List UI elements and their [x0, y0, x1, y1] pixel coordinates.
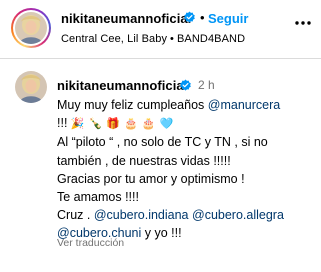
comment-line: Al “piloto “ , no solo de TC y TN , si n…	[57, 135, 268, 150]
comment-username[interactable]: nikitaneumannoficial	[57, 78, 187, 93]
comment-line-text: y yo !!!	[141, 226, 182, 241]
mention-link[interactable]: @manurcera	[208, 98, 280, 112]
music-title: BAND4BAND	[177, 33, 246, 45]
header-separator: •	[200, 10, 205, 25]
comment-line: Cruz . @cubero.indiana @cubero.allegra	[57, 206, 315, 224]
music-artists: Central Cee, Lil Baby	[61, 33, 168, 45]
music-info[interactable]: Central Cee, Lil Baby • BAND4BAND	[61, 33, 245, 45]
avatar[interactable]	[15, 12, 47, 44]
comment-line-text: !!!	[57, 116, 71, 131]
comment-avatar[interactable]	[15, 71, 47, 103]
story-ring[interactable]	[11, 8, 51, 48]
caption-comment: nikitaneumannoficial 2 h Muy muy feliz c…	[0, 60, 321, 272]
follow-button[interactable]: Seguir	[208, 11, 248, 26]
see-translation-link[interactable]: Ver traducción	[57, 237, 124, 249]
mention-link[interactable]: @cubero.allegra	[192, 208, 284, 222]
verified-badge-icon	[180, 79, 191, 91]
music-separator: •	[170, 33, 174, 45]
verified-badge-icon	[184, 11, 195, 23]
comment-text: Muy muy feliz cumpleaños @manurcera !!! …	[57, 96, 315, 243]
avatar-frame	[13, 10, 49, 46]
more-horizontal-icon[interactable]	[294, 20, 312, 26]
header-username[interactable]: nikitaneumannoficial	[61, 11, 191, 26]
comment-avatar-photo	[15, 71, 47, 103]
comment-line-text: Cruz .	[57, 208, 94, 223]
emoji-sequence: 🎉 🍾 🎁 🎂 🎂 🩵	[70, 118, 174, 131]
comment-timestamp[interactable]: 2 h	[198, 78, 215, 92]
post-header: nikitaneumannoficial • Seguir Central Ce…	[0, 0, 321, 59]
comment-line: Te amamos !!!!	[57, 190, 139, 205]
mention-link[interactable]: @cubero.indiana	[94, 208, 189, 222]
avatar-photo	[15, 12, 47, 44]
comment-line: !!! 🎉 🍾 🎁 🎂 🎂 🩵	[57, 114, 315, 133]
comment-line-text: Muy muy feliz cumpleaños	[57, 98, 208, 112]
comment-line: Muy muy feliz cumpleaños @manurcera	[57, 96, 315, 114]
comment-line: Gracias por tu amor y optimismo !	[57, 171, 245, 186]
comment-line: también , de nuestras vidas !!!!!	[57, 153, 231, 168]
